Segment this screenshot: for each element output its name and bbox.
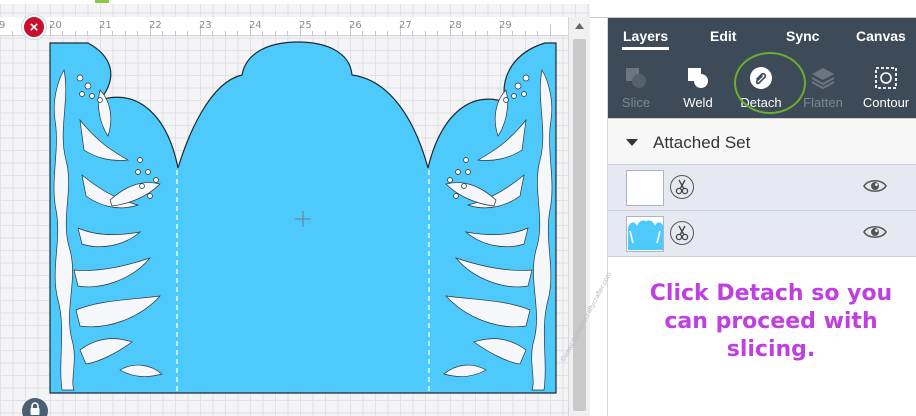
- layer-thumbnail: [626, 216, 664, 252]
- contour-button[interactable]: Contour: [858, 54, 914, 118]
- scrollbar-thumb[interactable]: [573, 39, 586, 411]
- contour-label: Contour: [862, 95, 910, 110]
- eye-icon[interactable]: [863, 178, 887, 199]
- tab-canvas[interactable]: Canvas: [856, 28, 906, 44]
- layer-tools: Slice Weld Detach Flatten Contour: [608, 54, 916, 118]
- eye-icon[interactable]: [863, 224, 887, 245]
- paperclip-icon: [748, 65, 774, 91]
- weld-button[interactable]: Weld: [678, 54, 718, 118]
- slice-button[interactable]: Slice: [616, 54, 656, 118]
- contour-icon: [873, 65, 899, 91]
- scissors-icon: [670, 221, 694, 245]
- delete-selection-button[interactable]: ×: [22, 15, 46, 39]
- panel-gutter: [590, 18, 607, 416]
- slice-label: Slice: [621, 95, 651, 110]
- design-canvas[interactable]: 9 20 21 22 23 24 25 26 27 28 29 ×: [0, 0, 590, 416]
- caret-down-icon[interactable]: [626, 139, 638, 146]
- layer-thumbnail: [626, 170, 664, 206]
- panel-tabs: Layers Edit Sync Canvas: [608, 18, 916, 54]
- weld-label: Weld: [683, 95, 713, 110]
- tab-sync[interactable]: Sync: [786, 28, 819, 44]
- detach-label: Detach: [740, 95, 782, 110]
- attached-set-header[interactable]: Attached Set: [608, 118, 916, 165]
- flatten-icon: [810, 65, 836, 91]
- instruction-annotation: Click Detach so you can proceed with sli…: [649, 281, 893, 362]
- slice-icon: [623, 65, 649, 91]
- layer-row[interactable]: [608, 165, 916, 211]
- card-design[interactable]: [0, 0, 568, 416]
- flatten-label: Flatten: [803, 95, 843, 110]
- scissors-icon: [670, 175, 694, 199]
- detach-button[interactable]: Detach: [736, 54, 786, 118]
- tab-layers[interactable]: Layers: [621, 28, 670, 50]
- layer-row[interactable]: [608, 211, 916, 257]
- weld-icon: [685, 65, 711, 91]
- vertical-scrollbar[interactable]: [568, 17, 590, 416]
- scroll-up-arrow-icon[interactable]: [569, 17, 590, 35]
- tab-edit[interactable]: Edit: [710, 28, 736, 44]
- attached-set-title: Attached Set: [653, 133, 751, 152]
- flatten-button[interactable]: Flatten: [800, 54, 846, 118]
